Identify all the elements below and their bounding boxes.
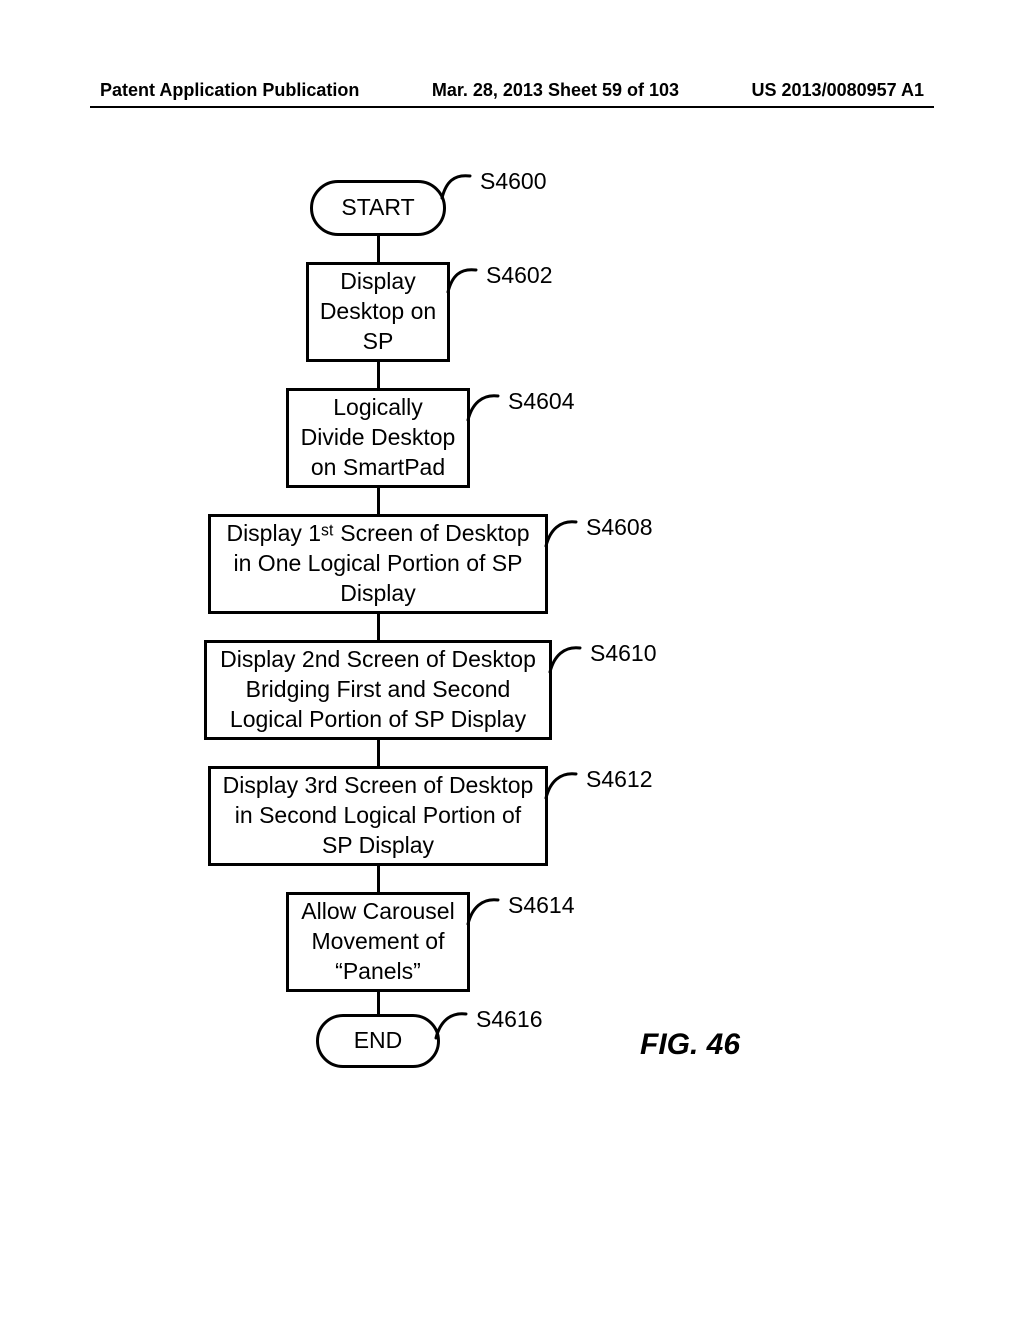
flowchart-diagram: START S4600 Display Desktop on SP S4602 … (0, 160, 1024, 1160)
node-s4608: Display 1ˢᵗ Screen of Desktop in One Log… (208, 514, 548, 614)
header-left: Patent Application Publication (100, 80, 359, 101)
node-s4610: Display 2nd Screen of Desktop Bridging F… (204, 640, 552, 740)
node-s4602-text: Display Desktop on SP (319, 267, 437, 357)
hook-s4610 (548, 644, 590, 676)
label-s4616: S4616 (476, 1006, 543, 1033)
connector-4602-4604 (377, 362, 380, 388)
hook-s4612 (544, 770, 586, 802)
node-s4604-text: Logically Divide Desktop on SmartPad (299, 393, 457, 483)
connector-4608-4610 (377, 614, 380, 640)
header-right: US 2013/0080957 A1 (752, 80, 924, 101)
connector-start-4602 (377, 236, 380, 262)
node-start: START (310, 180, 446, 236)
node-s4602: Display Desktop on SP (306, 262, 450, 362)
label-s4600: S4600 (480, 168, 547, 195)
hook-s4608 (544, 518, 586, 550)
label-s4608: S4608 (586, 514, 653, 541)
hook-s4602 (446, 266, 486, 296)
node-start-text: START (341, 193, 414, 223)
label-s4604: S4604 (508, 388, 575, 415)
node-s4612: Display 3rd Screen of Desktop in Second … (208, 766, 548, 866)
connector-4612-4614 (377, 866, 380, 892)
header-divider (90, 106, 934, 108)
node-s4608-text: Display 1ˢᵗ Screen of Desktop in One Log… (221, 519, 535, 609)
connector-4610-4612 (377, 740, 380, 766)
node-s4614: Allow Carousel Movement of “Panels” (286, 892, 470, 992)
hook-s4604 (466, 392, 508, 424)
figure-caption: FIG. 46 (640, 1028, 740, 1062)
header-center: Mar. 28, 2013 Sheet 59 of 103 (432, 80, 679, 101)
node-s4604: Logically Divide Desktop on SmartPad (286, 388, 470, 488)
hook-s4614 (466, 896, 508, 928)
node-s4610-text: Display 2nd Screen of Desktop Bridging F… (217, 645, 539, 735)
header: Patent Application Publication Mar. 28, … (100, 80, 924, 101)
hook-s4616 (434, 1010, 476, 1042)
label-s4602: S4602 (486, 262, 553, 289)
hook-s4600 (440, 172, 480, 202)
connector-4614-end (377, 992, 380, 1014)
node-end-text: END (354, 1026, 403, 1056)
node-end: END (316, 1014, 440, 1068)
label-s4614: S4614 (508, 892, 575, 919)
label-s4612: S4612 (586, 766, 653, 793)
connector-4604-4608 (377, 488, 380, 514)
node-s4614-text: Allow Carousel Movement of “Panels” (299, 897, 457, 987)
node-s4612-text: Display 3rd Screen of Desktop in Second … (221, 771, 535, 861)
label-s4610: S4610 (590, 640, 657, 667)
